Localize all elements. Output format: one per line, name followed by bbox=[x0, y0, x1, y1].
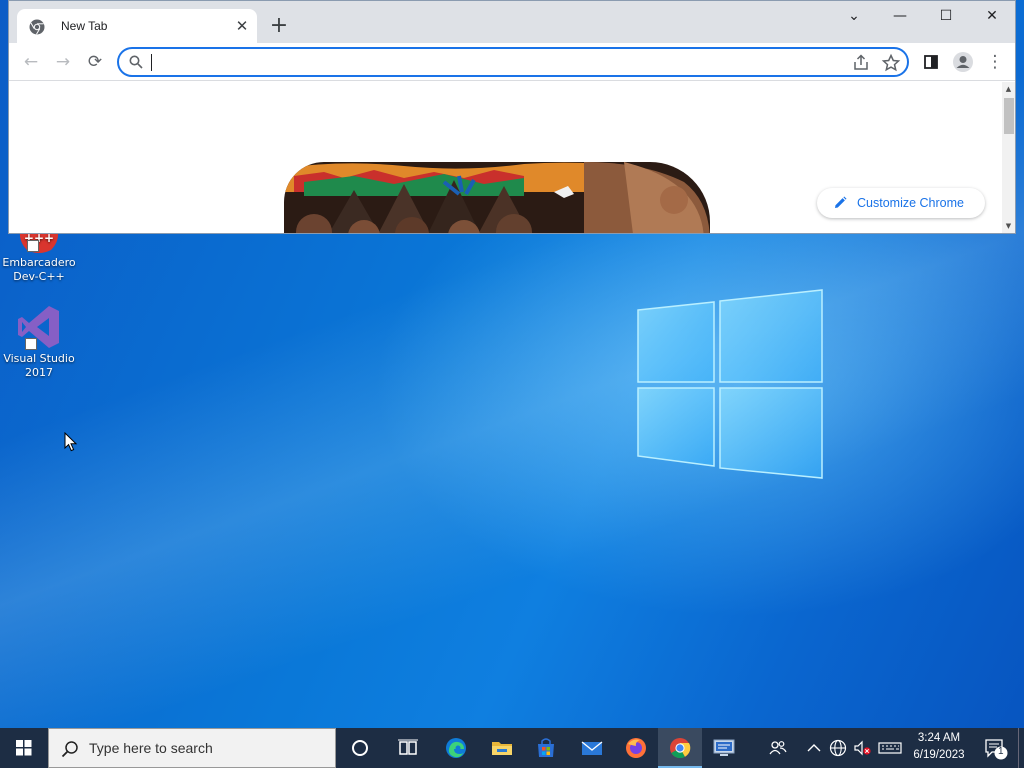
task-view-icon bbox=[398, 739, 418, 755]
start-button[interactable] bbox=[0, 728, 48, 768]
search-placeholder: Type here to search bbox=[89, 740, 213, 756]
firefox-icon bbox=[626, 738, 646, 758]
shortcut-arrow-icon bbox=[27, 240, 39, 252]
windows-logo-wallpaper bbox=[637, 289, 823, 479]
text-caret bbox=[151, 54, 152, 71]
page-scrollbar[interactable]: ▲ ▼ bbox=[1002, 82, 1015, 233]
scrollbar-thumb[interactable] bbox=[1004, 98, 1014, 134]
pencil-icon bbox=[835, 196, 847, 208]
network-globe-icon[interactable] bbox=[828, 738, 848, 758]
customize-chrome-label: Customize Chrome bbox=[857, 196, 964, 210]
menu-kebab-icon[interactable]: ⋮ bbox=[981, 48, 1009, 76]
tab-search-icon[interactable]: ⌄ bbox=[831, 1, 877, 31]
chrome-icon bbox=[670, 738, 691, 759]
remote-desktop-button[interactable] bbox=[702, 728, 746, 768]
shortcut-arrow-icon bbox=[25, 338, 37, 350]
task-view-button[interactable] bbox=[386, 728, 430, 768]
file-explorer-button[interactable] bbox=[480, 728, 524, 768]
show-desktop-button[interactable] bbox=[1018, 728, 1024, 768]
mail-button[interactable] bbox=[570, 728, 614, 768]
desktop-icon-label: Visual Studio 2017 bbox=[3, 352, 75, 379]
address-bar[interactable] bbox=[117, 47, 909, 77]
people-icon[interactable] bbox=[768, 738, 788, 758]
visual-studio-icon bbox=[15, 304, 63, 350]
tab-new-tab[interactable]: New Tab ✕ bbox=[17, 9, 257, 43]
new-tab-page: Customize Chrome bbox=[9, 82, 1002, 234]
cortana-icon bbox=[352, 740, 368, 756]
edge-icon bbox=[446, 738, 466, 758]
chevron-up-icon[interactable] bbox=[804, 738, 824, 758]
close-window-button[interactable]: ✕ bbox=[969, 1, 1015, 31]
clock-date: 6/19/2023 bbox=[913, 749, 965, 761]
desktop-icon-devcpp[interactable]: +++ Embarcadero Dev-C++ bbox=[1, 224, 77, 284]
share-icon[interactable] bbox=[851, 53, 871, 73]
scroll-up-icon[interactable]: ▲ bbox=[1004, 85, 1013, 94]
minimize-button[interactable]: — bbox=[877, 1, 923, 31]
taskbar-search-box[interactable]: Type here to search bbox=[48, 728, 336, 768]
chrome-icon bbox=[29, 19, 45, 35]
title-bar: New Tab ✕ + ⌄ — ☐ ✕ bbox=[9, 1, 1015, 43]
scroll-down-icon[interactable]: ▼ bbox=[1004, 222, 1013, 231]
profile-avatar-icon[interactable] bbox=[949, 48, 977, 76]
store-icon bbox=[538, 738, 554, 757]
volume-muted-icon[interactable] bbox=[852, 738, 872, 758]
customize-chrome-button[interactable]: Customize Chrome bbox=[817, 188, 985, 218]
desktop-icon-label: Embarcadero Dev-C++ bbox=[2, 256, 76, 283]
action-center-button[interactable]: 1 bbox=[980, 728, 1012, 768]
notification-icon bbox=[985, 739, 1008, 760]
back-button[interactable]: ← bbox=[17, 48, 45, 76]
mail-icon bbox=[581, 741, 603, 755]
clock-time: 3:24 AM bbox=[917, 732, 961, 744]
remote-desktop-icon bbox=[713, 739, 735, 756]
search-icon bbox=[61, 741, 78, 758]
side-panel-icon[interactable] bbox=[917, 48, 945, 76]
chrome-taskbar-button[interactable] bbox=[658, 728, 702, 768]
store-button[interactable] bbox=[524, 728, 568, 768]
edge-button[interactable] bbox=[434, 728, 478, 768]
system-clock[interactable]: 3:24 AM 6/19/2023 bbox=[906, 730, 972, 766]
keyboard-icon[interactable] bbox=[878, 738, 902, 758]
maximize-button[interactable]: ☐ bbox=[923, 1, 969, 31]
chrome-window: New Tab ✕ + ⌄ — ☐ ✕ ← → ⟳ ⋮ Customize Ch… bbox=[8, 0, 1016, 234]
forward-button[interactable]: → bbox=[49, 48, 77, 76]
file-explorer-icon bbox=[492, 742, 512, 755]
tab-close-icon[interactable]: ✕ bbox=[233, 17, 251, 35]
reload-button[interactable]: ⟳ bbox=[81, 48, 109, 76]
new-tab-button[interactable]: + bbox=[265, 13, 293, 41]
google-doodle-image[interactable] bbox=[284, 162, 710, 234]
mouse-cursor-icon bbox=[64, 432, 78, 452]
notification-count-badge: 1 bbox=[998, 746, 1004, 757]
browser-toolbar: ← → ⟳ ⋮ bbox=[9, 43, 1015, 81]
firefox-button[interactable] bbox=[614, 728, 658, 768]
tab-title: New Tab bbox=[61, 19, 108, 33]
address-input[interactable] bbox=[151, 52, 831, 72]
bookmark-star-icon[interactable] bbox=[881, 53, 901, 73]
search-icon bbox=[129, 55, 143, 69]
windows-taskbar: Type here to search 3:24 AM 6/19/2023 1 bbox=[0, 728, 1024, 768]
desktop-icon-visual-studio[interactable]: Visual Studio 2017 bbox=[1, 304, 77, 380]
cortana-button[interactable] bbox=[338, 728, 382, 768]
